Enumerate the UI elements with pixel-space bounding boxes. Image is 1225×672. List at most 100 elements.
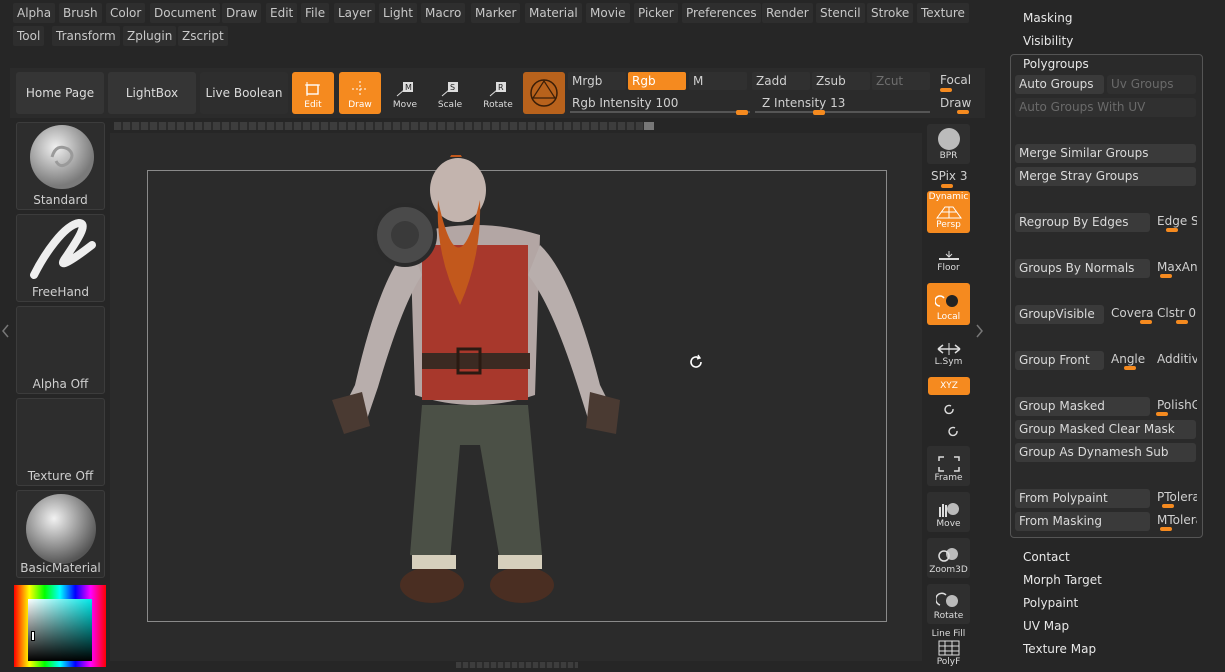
maxang-slider[interactable] xyxy=(1160,274,1172,278)
edge-se-slider[interactable] xyxy=(1166,228,1178,232)
saturation-square[interactable] xyxy=(28,599,92,661)
xyz-symmetry-button[interactable]: XYZ xyxy=(928,377,970,395)
spix-control[interactable]: SPix 3 xyxy=(931,168,968,184)
canvas-scroll-top[interactable] xyxy=(114,122,654,130)
menu-render[interactable]: Render xyxy=(762,3,813,23)
zadd-toggle[interactable]: Zadd xyxy=(752,72,810,90)
menu-preferences[interactable]: Preferences xyxy=(682,3,761,23)
additive-toggle[interactable]: Additive xyxy=(1157,351,1197,367)
canvas-scroll-bottom[interactable] xyxy=(456,662,578,668)
group-masked-button[interactable]: Group Masked xyxy=(1015,397,1150,416)
menu-transform[interactable]: Transform xyxy=(52,26,120,46)
bpr-render-button[interactable]: BPR xyxy=(927,124,970,164)
canvas-scroll-handle[interactable] xyxy=(644,122,654,130)
menu-document[interactable]: Document xyxy=(150,3,221,23)
focal-slider[interactable] xyxy=(940,88,952,92)
stroke-slot[interactable]: FreeHand xyxy=(16,214,105,302)
color-picker[interactable] xyxy=(14,585,106,667)
rotate-z-icon[interactable] xyxy=(946,424,960,438)
visibility-subpalette[interactable]: Visibility xyxy=(1023,34,1073,48)
polygroups-subpalette[interactable]: Polygroups xyxy=(1023,57,1089,71)
menu-stroke[interactable]: Stroke xyxy=(867,3,914,23)
frame-button[interactable]: Frame xyxy=(927,446,970,486)
menu-picker[interactable]: Picker xyxy=(634,3,678,23)
home-page-button[interactable]: Home Page xyxy=(16,72,104,114)
regroup-by-edges-button[interactable]: Regroup By Edges xyxy=(1015,213,1150,232)
menu-zplugin[interactable]: Zplugin xyxy=(123,26,177,46)
menu-marker[interactable]: Marker xyxy=(471,3,521,23)
right-tray-arrow-icon[interactable] xyxy=(975,324,983,338)
rgb-toggle[interactable]: Rgb xyxy=(628,72,686,90)
from-polypaint-button[interactable]: From Polypaint xyxy=(1015,489,1150,508)
menu-tool[interactable]: Tool xyxy=(13,26,45,46)
floor-button[interactable]: Floor xyxy=(927,236,970,276)
group-masked-clear-mask-button[interactable]: Group Masked Clear Mask xyxy=(1015,420,1196,439)
dwarf-character-model[interactable] xyxy=(310,155,670,625)
brush-slot[interactable]: Standard xyxy=(16,122,105,210)
material-swatch-button[interactable] xyxy=(523,72,565,114)
menu-movie[interactable]: Movie xyxy=(586,3,630,23)
menu-light[interactable]: Light xyxy=(379,3,417,23)
draw-size-slider[interactable] xyxy=(957,110,969,114)
edit-button[interactable]: Edit xyxy=(292,72,334,114)
menu-color[interactable]: Color xyxy=(106,3,146,23)
rgb-intensity-knob[interactable] xyxy=(736,110,748,115)
z-intensity-knob[interactable] xyxy=(813,110,825,115)
menu-brush[interactable]: Brush xyxy=(59,3,102,23)
menu-layer[interactable]: Layer xyxy=(334,3,376,23)
rotate-view-button[interactable]: Rotate xyxy=(927,584,970,624)
zcut-toggle[interactable]: Zcut xyxy=(872,72,930,90)
menu-file[interactable]: File xyxy=(301,3,330,23)
morph-target-subpalette[interactable]: Morph Target xyxy=(1023,573,1102,587)
uv-groups-button[interactable]: Uv Groups xyxy=(1107,75,1196,94)
material-slot[interactable]: BasicMaterial xyxy=(16,490,105,578)
texture-slot[interactable]: Texture Off xyxy=(16,398,105,486)
document-canvas[interactable] xyxy=(110,133,922,661)
left-tray-arrow-icon[interactable] xyxy=(2,324,10,338)
lsym-button[interactable]: L.Sym xyxy=(927,330,970,370)
mrgb-toggle[interactable]: Mrgb xyxy=(568,72,626,90)
rgb-intensity-slider[interactable] xyxy=(570,111,750,113)
persp-button[interactable]: Dynamic Persp xyxy=(927,191,970,233)
groups-by-normals-button[interactable]: Groups By Normals xyxy=(1015,259,1150,278)
from-masking-button[interactable]: From Masking xyxy=(1015,512,1150,531)
live-boolean-button[interactable]: Live Boolean xyxy=(200,72,288,114)
draw-button[interactable]: Draw xyxy=(339,72,381,114)
menu-texture[interactable]: Texture xyxy=(917,3,969,23)
masking-subpalette[interactable]: Masking xyxy=(1023,11,1072,25)
polypaint-subpalette[interactable]: Polypaint xyxy=(1023,596,1078,610)
group-as-dynamesh-sub-button[interactable]: Group As Dynamesh Sub xyxy=(1015,443,1196,462)
polyf-button[interactable]: Line Fill PolyF xyxy=(927,628,970,668)
mtolera-slider[interactable] xyxy=(1160,527,1172,531)
move-tool-button[interactable]: M Move xyxy=(384,72,426,114)
uv-map-subpalette[interactable]: UV Map xyxy=(1023,619,1069,633)
zoom3d-button[interactable]: Zoom3D xyxy=(927,538,970,578)
group-front-button[interactable]: Group Front xyxy=(1015,351,1104,370)
coverage-slider[interactable] xyxy=(1140,320,1152,324)
alpha-slot[interactable]: Alpha Off xyxy=(16,306,105,394)
clstr-slider[interactable] xyxy=(1176,320,1188,324)
contact-subpalette[interactable]: Contact xyxy=(1023,550,1070,564)
merge-similar-groups-button[interactable]: Merge Similar Groups xyxy=(1015,144,1196,163)
polishg-slider[interactable] xyxy=(1156,412,1168,416)
spix-slider[interactable] xyxy=(941,184,953,188)
texture-map-subpalette[interactable]: Texture Map xyxy=(1023,642,1096,656)
merge-stray-groups-button[interactable]: Merge Stray Groups xyxy=(1015,167,1196,186)
ptolera-slider[interactable] xyxy=(1162,504,1174,508)
menu-alpha[interactable]: Alpha xyxy=(13,3,56,23)
menu-material[interactable]: Material xyxy=(525,3,582,23)
menu-stencil[interactable]: Stencil xyxy=(816,3,865,23)
color-picker-cursor[interactable] xyxy=(31,631,35,641)
m-toggle[interactable]: M xyxy=(689,72,747,90)
rotate-tool-button[interactable]: R Rotate xyxy=(477,72,519,114)
move-view-button[interactable]: Move xyxy=(927,492,970,532)
scale-tool-button[interactable]: S Scale xyxy=(429,72,471,114)
menu-zscript[interactable]: Zscript xyxy=(178,26,228,46)
auto-groups-button[interactable]: Auto Groups xyxy=(1015,75,1104,94)
rotate-y-icon[interactable] xyxy=(942,402,956,416)
angle-slider[interactable] xyxy=(1124,366,1136,370)
groupvisible-button[interactable]: GroupVisible xyxy=(1015,305,1104,324)
local-button[interactable]: Local xyxy=(927,283,970,325)
menu-draw[interactable]: Draw xyxy=(222,3,262,23)
menu-macro[interactable]: Macro xyxy=(421,3,466,23)
